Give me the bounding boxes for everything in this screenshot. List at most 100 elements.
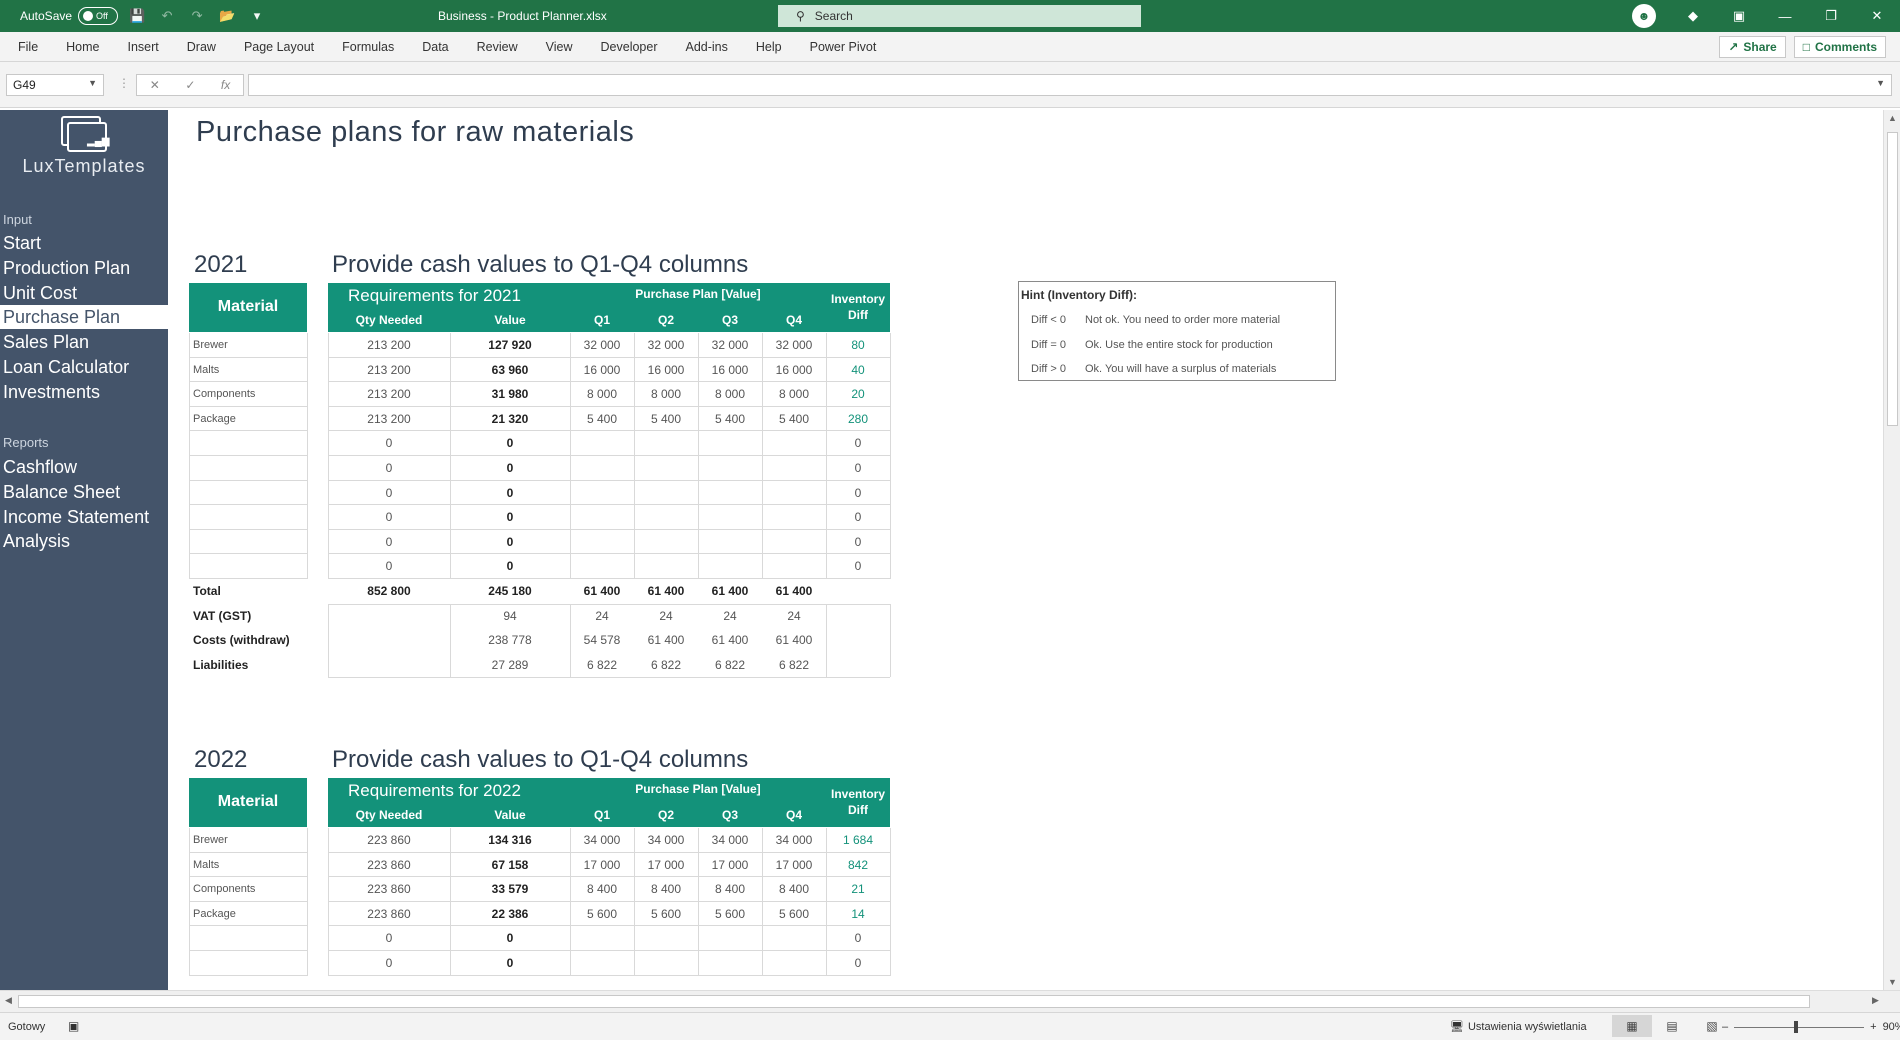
reports-section-label: Reports — [3, 435, 49, 450]
column-divider — [307, 333, 308, 579]
hint-title: Hint (Inventory Diff): — [1021, 288, 1137, 302]
table-row-diff: 842 — [847, 857, 869, 872]
autosave-toggle[interactable]: Off — [78, 7, 119, 25]
horizontal-scrollbar[interactable]: ◀ ▶ — [0, 990, 1900, 1012]
sidebar-item-production-plan[interactable]: Production Plan — [0, 256, 168, 280]
table-row-q2: 34 000 — [647, 833, 685, 847]
scroll-down-icon[interactable]: ▼ — [1888, 977, 1897, 987]
table-row-q4 — [762, 456, 826, 481]
macro-record-icon[interactable]: ▣ — [68, 1019, 79, 1033]
purchase-plan-header: Purchase Plan [Value] — [635, 287, 761, 301]
ribbon-display-icon[interactable]: ▣ — [1716, 0, 1762, 32]
function-icon[interactable]: fx — [221, 78, 230, 92]
sidebar-item-loan-calculator[interactable]: Loan Calculator — [0, 355, 168, 379]
vertical-scrollbar[interactable]: ▲ ▼ — [1883, 110, 1900, 990]
menu-tab-add-ins[interactable]: Add-ins — [672, 32, 742, 62]
save-icon[interactable]: 💾 — [126, 5, 148, 27]
scroll-right-icon[interactable]: ▶ — [1872, 995, 1879, 1006]
table-row-q2: 16 000 — [647, 362, 685, 377]
confirm-icon[interactable]: ✓ — [185, 78, 195, 92]
menu-tab-file[interactable]: File — [0, 32, 52, 62]
table-row-q1 — [570, 530, 634, 555]
menu-tab-data[interactable]: Data — [408, 32, 462, 62]
menu-tab-draw[interactable]: Draw — [173, 32, 230, 62]
menu-tab-insert[interactable]: Insert — [114, 32, 173, 62]
column-divider — [450, 603, 451, 678]
table-row-qty: 0 — [385, 510, 393, 525]
horizontal-scroll-thumb[interactable] — [18, 995, 1810, 1008]
table-row-q4: 17 000 — [775, 857, 813, 872]
zoom-in-icon[interactable]: + — [1870, 1021, 1876, 1033]
share-button[interactable]: ↗ Share — [1719, 36, 1786, 58]
table-row-material — [189, 926, 307, 951]
ribbon-tabs: File Home Insert Draw Page Layout Formulas Dat… — [0, 32, 1900, 62]
table-row-diff: 80 — [851, 338, 865, 352]
display-settings-button[interactable]: 🖥 Ustawienia wyświetlania — [1450, 1020, 1587, 1034]
redo-icon[interactable]: ↷ — [186, 5, 208, 27]
sidebar-item-analysis[interactable]: Analysis — [0, 529, 168, 553]
formula-input[interactable]: ▼ — [248, 74, 1892, 96]
page-layout-view-icon[interactable]: ▤ — [1652, 1015, 1692, 1037]
table-row-q2 — [634, 481, 698, 506]
value-header: Value — [494, 808, 526, 822]
restore-icon[interactable]: ❐ — [1808, 0, 1854, 32]
sidebar-item-investments[interactable]: Investments — [0, 380, 168, 404]
expand-formula-icon[interactable]: ▼ — [1876, 78, 1885, 88]
menu-tab-view[interactable]: View — [532, 32, 587, 62]
cancel-icon[interactable]: ✕ — [150, 78, 160, 92]
title-bar: AutoSave Off 💾 ↶ ↷ 📂 ▾ Business - Produc… — [0, 0, 1900, 32]
menu-tab-formulas[interactable]: Formulas — [328, 32, 408, 62]
customize-quick-access-icon[interactable]: ▾ — [246, 5, 268, 27]
table-row-diff: 0 — [854, 436, 862, 451]
table-row-q2: 17 000 — [647, 857, 685, 872]
menu-tab-review[interactable]: Review — [463, 32, 532, 62]
minimize-icon[interactable]: — — [1762, 0, 1808, 32]
menu-tab-help[interactable]: Help — [742, 32, 796, 62]
table-row-material — [189, 456, 307, 481]
table-row-q4: 8 400 — [778, 882, 810, 897]
column-divider — [698, 333, 699, 579]
scroll-left-icon[interactable]: ◀ — [5, 995, 12, 1006]
normal-view-icon[interactable]: ▦ — [1612, 1015, 1652, 1037]
open-folder-icon[interactable]: 📂 — [216, 5, 238, 27]
column-divider — [570, 828, 571, 976]
diamond-icon[interactable]: ◆ — [1670, 0, 1716, 32]
menu-tab-page-layout[interactable]: Page Layout — [230, 32, 328, 62]
table-row-q3: 5 400 — [714, 411, 746, 426]
hint-desc: Ok. Use the entire stock for production — [1085, 339, 1273, 351]
worksheet[interactable]: Purchase plans for raw materials Hint (I… — [168, 110, 1883, 990]
search-input[interactable]: ⚲ Search — [778, 5, 1141, 27]
menu-tab-power-pivot[interactable]: Power Pivot — [796, 32, 891, 62]
sidebar-item-unit-cost[interactable]: Unit Cost — [0, 281, 168, 305]
zoom-out-icon[interactable]: – — [1722, 1021, 1728, 1033]
sidebar-item-start[interactable]: Start — [0, 231, 168, 255]
table-row-q3: 8 400 — [714, 882, 746, 897]
column-divider — [570, 603, 571, 678]
qty-needed-header: Qty Needed — [355, 313, 423, 327]
autosave-control[interactable]: AutoSave Off — [20, 7, 119, 25]
table-row-material — [189, 431, 307, 456]
scroll-up-icon[interactable]: ▲ — [1888, 113, 1897, 123]
table-row-value: 134 316 — [488, 833, 532, 847]
table-row-value: 0 — [506, 931, 514, 946]
sidebar-item-balance-sheet[interactable]: Balance Sheet — [0, 480, 168, 504]
table-row-qty: 0 — [385, 485, 393, 500]
menu-tab-home[interactable]: Home — [52, 32, 113, 62]
sidebar-item-purchase-plan[interactable]: Purchase Plan — [0, 305, 168, 330]
name-box[interactable]: G49 ▼ — [6, 74, 104, 96]
sidebar-item-income-statement[interactable]: Income Statement — [0, 505, 168, 529]
table-row-qty: 0 — [385, 931, 393, 946]
sidebar-item-sales-plan[interactable]: Sales Plan — [0, 330, 168, 354]
undo-icon[interactable]: ↶ — [156, 5, 178, 27]
comments-button[interactable]: □ Comments — [1793, 36, 1886, 58]
table-row-qty: 0 — [385, 436, 393, 451]
table-row-value: 0 — [506, 534, 514, 549]
zoom-level[interactable]: 90% — [1883, 1021, 1900, 1033]
vertical-scroll-thumb[interactable] — [1887, 132, 1898, 426]
menu-tab-developer[interactable]: Developer — [587, 32, 672, 62]
close-icon[interactable]: ✕ — [1854, 0, 1900, 32]
account-avatar-icon[interactable]: ☻ — [1632, 4, 1656, 28]
sidebar-item-cashflow[interactable]: Cashflow — [0, 455, 168, 479]
zoom-slider[interactable] — [1734, 1020, 1865, 1033]
chevron-down-icon[interactable]: ▼ — [88, 78, 97, 88]
